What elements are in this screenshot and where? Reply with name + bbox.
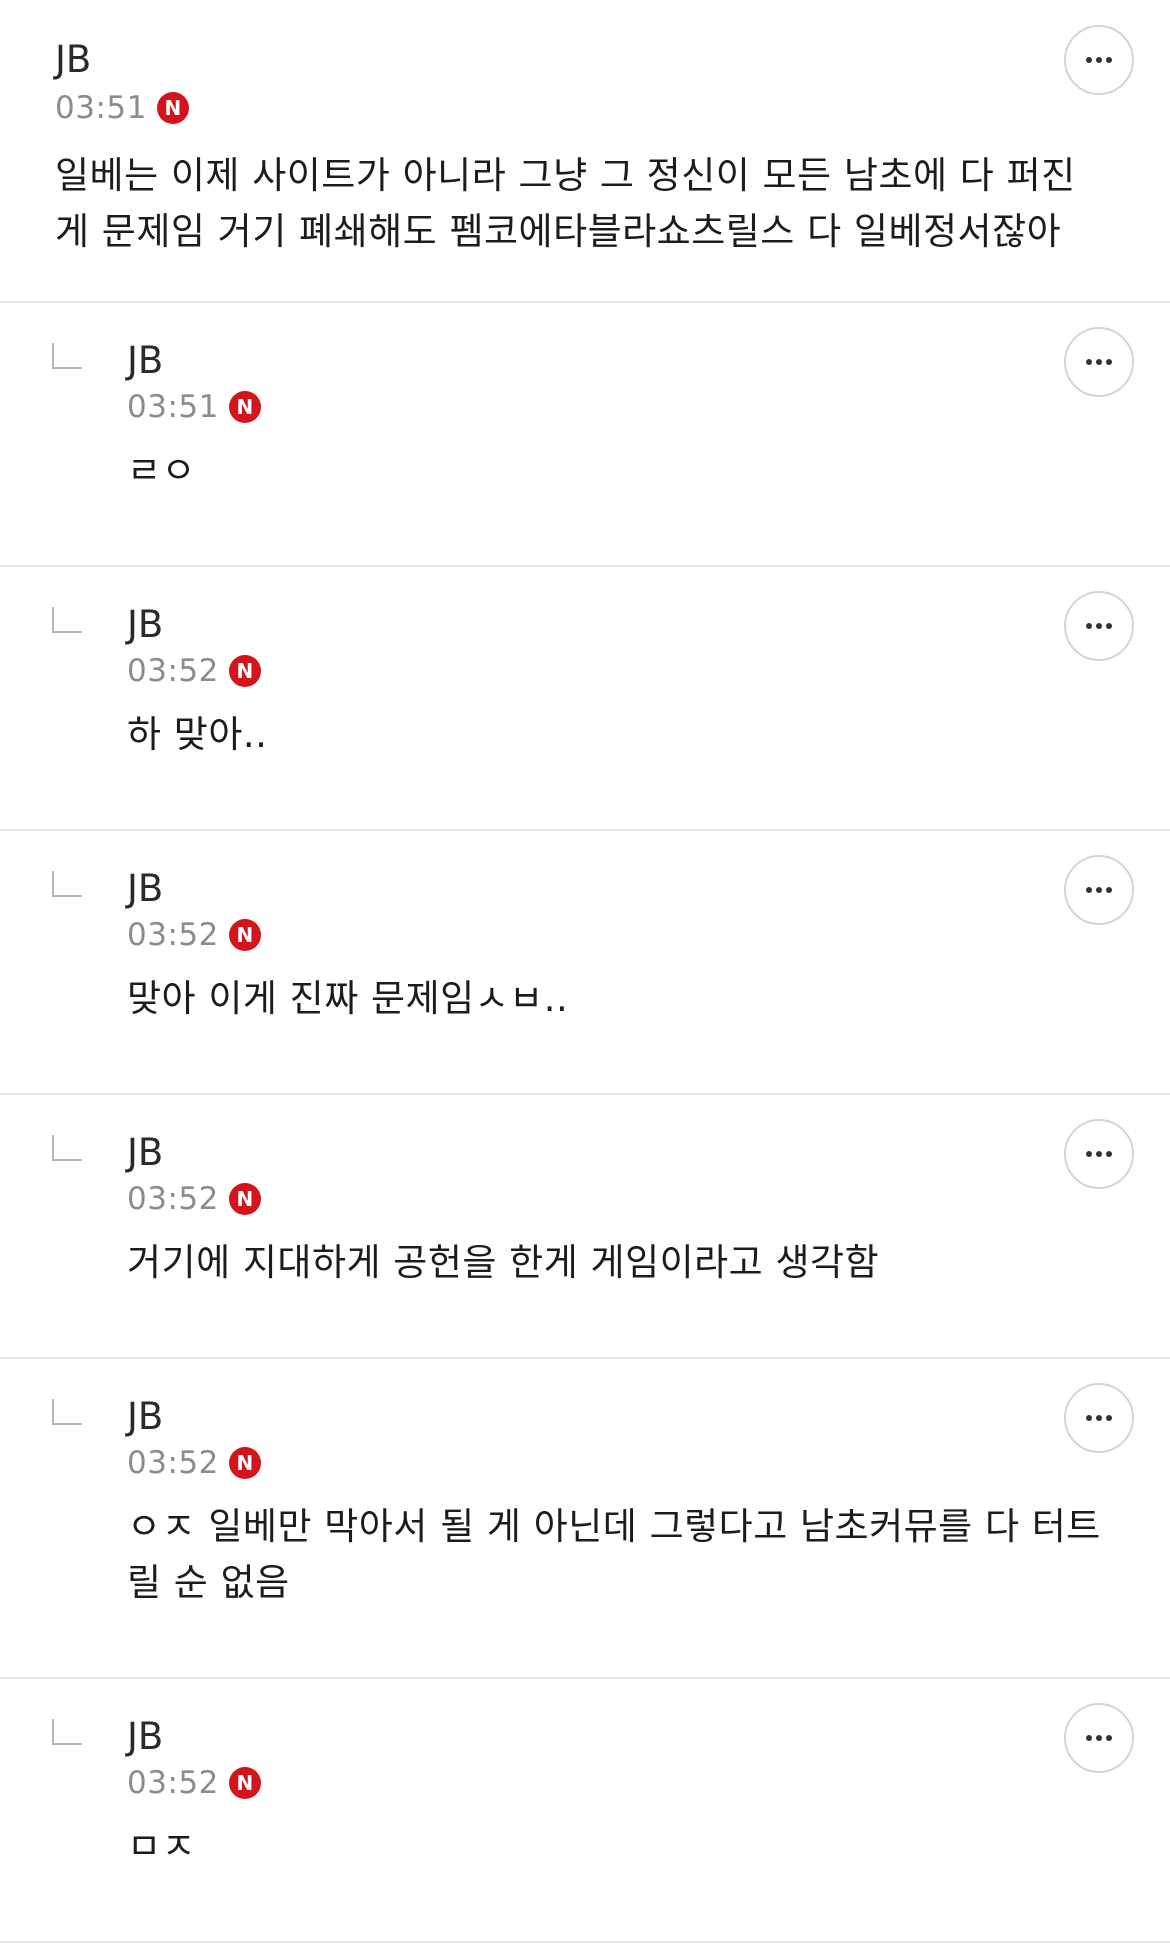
new-badge-icon: N xyxy=(228,391,261,423)
new-badge-icon: N xyxy=(228,1767,261,1799)
reply-comment: JB 03:52 N ㅁㅈ xyxy=(0,1679,1170,1943)
comment-author[interactable]: JB xyxy=(127,1393,163,1441)
reply-comment: JB 03:52 N 맞아 이게 진짜 문제임ㅅㅂ.. xyxy=(0,831,1170,1095)
comment-time: 03:52 xyxy=(127,1765,219,1801)
comment-text: 맞아 이게 진짜 문제임ㅅㅂ.. xyxy=(127,977,569,1020)
comment-meta: 03:52 N xyxy=(127,915,261,955)
more-options-button[interactable] xyxy=(1064,327,1134,397)
comment-text: 거기에 지대하게 공헌을 한게 게임이라고 생각함 xyxy=(127,1241,880,1284)
new-badge-icon: N xyxy=(228,1447,261,1479)
reply-comment: JB 03:52 N 거기에 지대하게 공헌을 한게 게임이라고 생각함 xyxy=(0,1095,1170,1359)
comment-text: 일베는 이제 사이트가 아니라 그냥 그 정신이 모든 남초에 다 퍼진 게 문… xyxy=(55,154,1076,253)
reply-comment: JB 03:52 N ㅇㅈ 일베만 막아서 될 게 아닌데 그렇다고 남초커뮤를… xyxy=(0,1359,1170,1679)
new-badge-icon: N xyxy=(228,1183,261,1215)
comment-meta: 03:52 N xyxy=(127,1443,261,1483)
comment-author[interactable]: JB xyxy=(127,865,163,913)
comment-meta: 03:52 N xyxy=(127,1763,261,1803)
more-options-button[interactable] xyxy=(1064,25,1134,95)
comment-author[interactable]: JB xyxy=(127,1129,163,1177)
reply-arrow-icon xyxy=(52,1135,82,1161)
reply-comment: JB 03:52 N 하 맞아.. xyxy=(0,567,1170,831)
more-options-button[interactable] xyxy=(1064,1383,1134,1453)
comment-time: 03:52 xyxy=(127,653,219,689)
new-badge-icon: N xyxy=(228,919,261,951)
more-options-button[interactable] xyxy=(1064,1703,1134,1773)
comment-author[interactable]: JB xyxy=(127,601,163,649)
comment-meta: 03:51 N xyxy=(127,387,261,427)
reply-arrow-icon xyxy=(52,343,82,369)
comment-author[interactable]: JB xyxy=(55,36,91,84)
comment-meta: 03:52 N xyxy=(127,1179,261,1219)
comment-time: 03:51 xyxy=(55,90,147,126)
new-badge-icon: N xyxy=(156,92,189,124)
more-horizontal-icon xyxy=(1086,359,1112,365)
reply-arrow-icon xyxy=(52,1399,82,1425)
reply-arrow-icon xyxy=(52,1719,82,1745)
new-badge-icon: N xyxy=(228,655,261,687)
comment-author[interactable]: JB xyxy=(127,1713,163,1761)
reply-comment: JB 03:51 N ㄹㅇ xyxy=(0,303,1170,567)
reply-arrow-icon xyxy=(52,607,82,633)
comment-text: ㄹㅇ xyxy=(127,449,197,492)
comment-text: 하 맞아.. xyxy=(127,713,268,756)
more-options-button[interactable] xyxy=(1064,591,1134,661)
comment-text: ㅁㅈ xyxy=(127,1825,197,1868)
comment-time: 03:52 xyxy=(127,917,219,953)
comment-time: 03:52 xyxy=(127,1445,219,1481)
comment-time: 03:51 xyxy=(127,389,219,425)
comment-meta: 03:52 N xyxy=(127,651,261,691)
more-horizontal-icon xyxy=(1086,57,1112,63)
comment-meta: 03:51 N xyxy=(55,88,189,128)
more-horizontal-icon xyxy=(1086,1151,1112,1157)
more-options-button[interactable] xyxy=(1064,855,1134,925)
more-horizontal-icon xyxy=(1086,1735,1112,1741)
comment-author[interactable]: JB xyxy=(127,337,163,385)
reply-arrow-icon xyxy=(52,871,82,897)
more-options-button[interactable] xyxy=(1064,1119,1134,1189)
more-horizontal-icon xyxy=(1086,887,1112,893)
comment: JB 03:51 N 일베는 이제 사이트가 아니라 그냥 그 정신이 모든 남… xyxy=(0,0,1170,303)
comment-text: ㅇㅈ 일베만 막아서 될 게 아닌데 그렇다고 남초커뮤를 다 터트릴 순 없음 xyxy=(127,1505,1101,1604)
more-horizontal-icon xyxy=(1086,623,1112,629)
comment-time: 03:52 xyxy=(127,1181,219,1217)
more-horizontal-icon xyxy=(1086,1415,1112,1421)
